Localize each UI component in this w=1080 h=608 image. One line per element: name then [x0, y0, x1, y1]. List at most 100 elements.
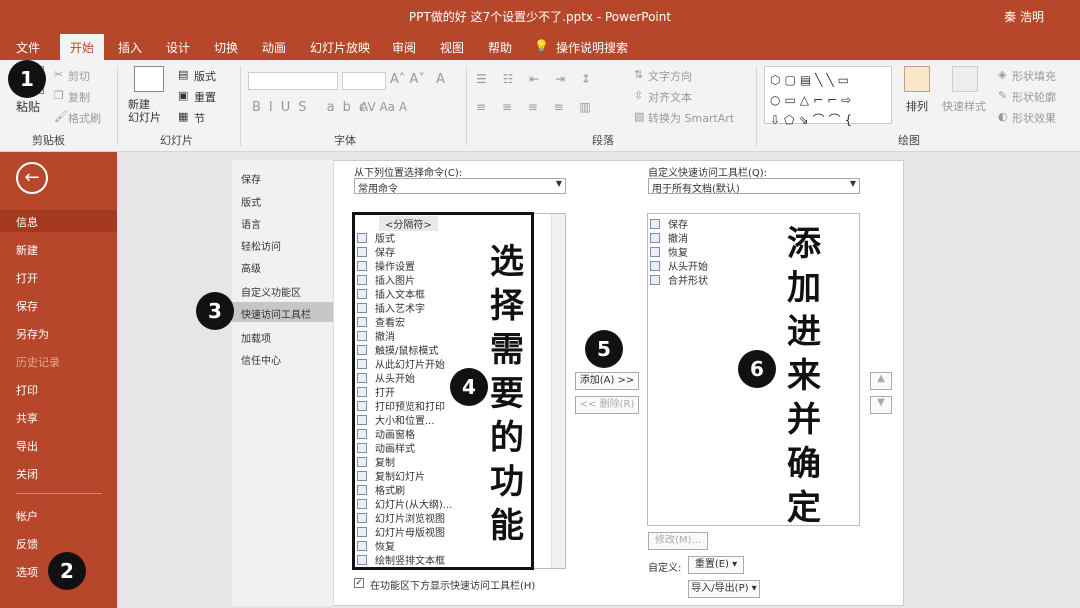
quick-styles-button[interactable]: 快速样式	[942, 98, 986, 114]
nav-language[interactable]: 语言	[241, 216, 261, 231]
tab-home[interactable]: 开始	[60, 34, 105, 60]
move-up-button[interactable]: ▲	[870, 372, 892, 390]
paste-button[interactable]: 粘贴	[16, 98, 40, 115]
tab-insert[interactable]: 插入	[118, 39, 142, 56]
backstage-open[interactable]: 打开	[16, 270, 38, 286]
backstage-feedback[interactable]: 反馈	[16, 536, 38, 552]
smartart-button[interactable]: 转换为 SmartArt	[648, 110, 734, 126]
format-painter-button[interactable]: 格式刷	[68, 110, 101, 126]
annotation-badge: 3	[196, 292, 234, 330]
tab-view[interactable]: 视图	[440, 39, 464, 56]
backstage-options[interactable]: 选项	[16, 564, 38, 580]
grow-font-icon[interactable]: A˄ A˅	[390, 72, 425, 87]
backstage-share[interactable]: 共享	[16, 410, 38, 426]
nav-advanced[interactable]: 高级	[241, 260, 261, 275]
arrange-icon	[904, 66, 930, 92]
smartart-icon: ▧	[634, 110, 645, 123]
backstage-account[interactable]: 帐户	[16, 508, 38, 524]
qat-below-label: 在功能区下方显示快速访问工具栏(H)	[370, 581, 536, 592]
align-text-button[interactable]: 对齐文本	[648, 89, 692, 105]
copy-button[interactable]: 复制	[68, 89, 90, 105]
nav-save[interactable]: 保存	[241, 171, 261, 186]
tab-transitions[interactable]: 切换	[214, 39, 238, 56]
nav-accessibility[interactable]: 轻松访问	[241, 238, 281, 253]
shape-effects-button[interactable]: 形状效果	[1012, 110, 1056, 126]
list-item[interactable]: 合并形状	[650, 272, 708, 287]
nav-quick-access-toolbar[interactable]: 快速访问工具栏	[232, 302, 333, 322]
list-item[interactable]: 恢复	[650, 244, 688, 259]
cut-button[interactable]: 剪切	[68, 68, 90, 84]
group-clipboard: 剪贴板	[32, 134, 65, 147]
choose-from-select[interactable]: 常用命令 ▼	[354, 178, 566, 195]
cut-icon: ✂	[54, 68, 64, 81]
play-from-start-icon	[650, 261, 660, 271]
customize-for-select[interactable]: 用于所有文档(默认) ▼	[648, 178, 860, 195]
nav-customize-ribbon[interactable]: 自定义功能区	[241, 284, 301, 299]
copy-icon: ❐	[54, 89, 64, 102]
divider	[466, 66, 467, 146]
clear-format-icon[interactable]: A	[436, 72, 445, 87]
choose-from-value: 常用命令	[358, 184, 398, 195]
nav-addins[interactable]: 加载项	[241, 330, 271, 345]
modify-button[interactable]: 修改(M)...	[648, 532, 708, 550]
tell-me-search[interactable]: 操作说明搜索	[556, 39, 628, 56]
commands-scrollbar[interactable]	[551, 214, 565, 568]
backstage-export[interactable]: 导出	[16, 438, 38, 454]
section-button[interactable]: 节	[194, 110, 205, 126]
new-slide-button[interactable]: 新建 幻灯片	[128, 98, 161, 124]
font-style-icons[interactable]: BIUS abc	[252, 100, 374, 115]
annotation-add-text: 添加进来并确定	[787, 224, 821, 528]
list-icons[interactable]: ☰ ☷ ⇤ ⇥ ↕	[476, 72, 597, 86]
group-font: 字体	[334, 134, 356, 147]
reset-button[interactable]: 重置	[194, 89, 216, 105]
font-size-combo[interactable]	[342, 72, 386, 90]
tab-file[interactable]: 文件	[16, 39, 40, 56]
quick-styles-icon	[952, 66, 978, 92]
text-direction-button[interactable]: 文字方向	[648, 68, 692, 84]
arrange-button[interactable]: 排列	[906, 98, 928, 114]
move-down-button[interactable]: ▼	[870, 396, 892, 414]
layout-button[interactable]: 版式	[194, 68, 216, 84]
add-button[interactable]: 添加(A) >>	[575, 372, 639, 390]
tab-design[interactable]: 设计	[166, 39, 190, 56]
spacing-case-icons[interactable]: AV Aa A	[360, 100, 407, 114]
tab-help[interactable]: 帮助	[488, 39, 512, 56]
annotation-badge: 6	[738, 350, 776, 388]
backstage-save[interactable]: 保存	[16, 298, 38, 314]
options-nav: 保存 版式 语言 轻松访问 高级 自定义功能区 快速访问工具栏 加载项 信任中心	[232, 160, 334, 606]
list-item[interactable]: 撤消	[650, 230, 688, 245]
nav-trust-center[interactable]: 信任中心	[241, 352, 281, 367]
divider	[240, 66, 241, 146]
align-icons[interactable]: ≡ ≡ ≡ ≡ ▥	[476, 100, 597, 114]
backstage-close[interactable]: 关闭	[16, 466, 38, 482]
shape-effects-icon: ◐	[998, 110, 1008, 123]
brush-icon: 🖌	[54, 110, 68, 123]
back-arrow-icon[interactable]: ←	[16, 162, 48, 194]
chevron-down-icon: ▼	[849, 179, 856, 188]
group-drawing: 绘图	[898, 134, 920, 147]
backstage-history: 历史记录	[16, 356, 60, 369]
qat-below-checkbox[interactable]: ✓	[354, 578, 364, 588]
shape-icons: ⬡▢▤╲╲▭ ○▭△⌐⌐⇨ ⇩⬠⇘⌒⌒{	[770, 73, 857, 127]
tab-review[interactable]: 审阅	[392, 39, 416, 56]
tab-slideshow[interactable]: 幻灯片放映	[310, 39, 370, 56]
backstage-info[interactable]: 信息	[0, 210, 117, 232]
font-name-combo[interactable]	[248, 72, 338, 90]
import-export-button[interactable]: 导入/导出(P) ▾	[688, 580, 760, 598]
list-item[interactable]: 保存	[650, 216, 688, 231]
remove-button[interactable]: << 删除(R)	[575, 396, 639, 414]
list-item[interactable]: 从头开始	[650, 258, 708, 273]
group-paragraph: 段落	[592, 134, 614, 147]
nav-layout[interactable]: 版式	[241, 194, 261, 209]
reset-button[interactable]: 重置(E) ▾	[688, 556, 744, 574]
window-title: PPT做的好 这7个设置少不了.pptx - PowerPoint	[408, 10, 672, 24]
backstage-new[interactable]: 新建	[16, 242, 38, 258]
backstage-save-as[interactable]: 另存为	[16, 326, 49, 342]
shape-fill-button[interactable]: 形状填充	[1012, 68, 1056, 84]
user-name[interactable]: 秦 浩明	[1004, 8, 1044, 25]
shape-outline-button[interactable]: 形状轮廓	[1012, 89, 1056, 105]
tab-animations[interactable]: 动画	[262, 39, 286, 56]
group-slides: 幻灯片	[160, 134, 193, 147]
title-bar: PPT做的好 这7个设置少不了.pptx - PowerPoint 秦 浩明	[0, 0, 1080, 32]
backstage-print[interactable]: 打印	[16, 382, 38, 398]
